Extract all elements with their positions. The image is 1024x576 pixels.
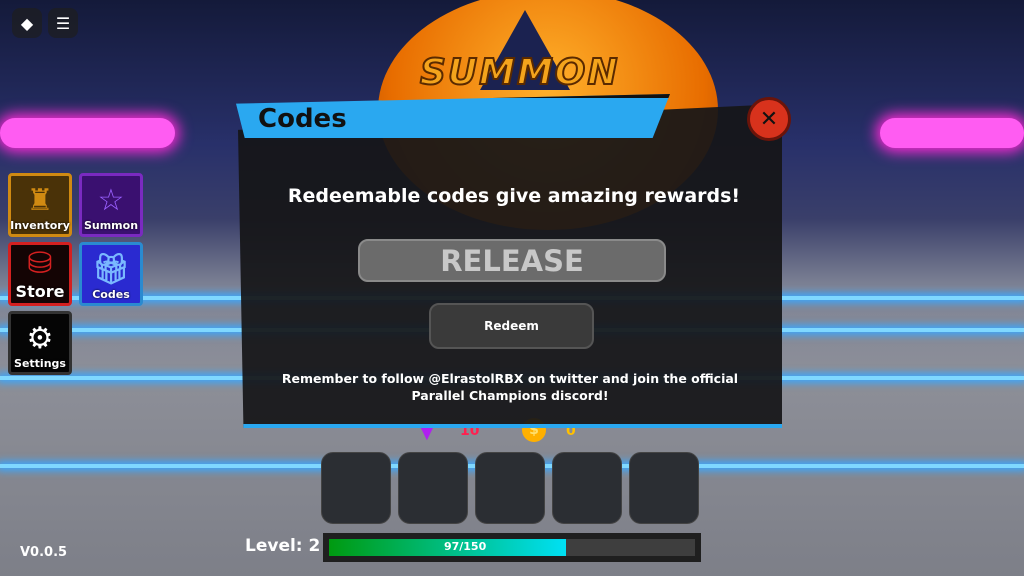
pentagram-star-icon: ☆	[97, 183, 125, 218]
hamburger-menu-icon[interactable]: ☰	[48, 8, 78, 38]
hotbar-slot[interactable]	[475, 452, 545, 524]
dialog-title: Codes	[258, 104, 347, 134]
codes-button[interactable]: 🎁︎ Codes	[79, 242, 143, 306]
inventory-button[interactable]: ♜ Inventory	[8, 173, 72, 237]
dialog-description: Redeemable codes give amazing rewards!	[287, 185, 741, 207]
close-x-icon: ✕	[759, 106, 779, 132]
xp-text: 97/150	[443, 540, 487, 553]
gift-box-icon: 🎁︎	[91, 252, 131, 287]
neon-tube-right	[880, 118, 1024, 148]
hotbar-slot[interactable]	[629, 452, 699, 524]
gear-icon: ⚙	[26, 321, 54, 356]
follow-note: Remember to follow @ElrastolRBX on twitt…	[281, 371, 739, 403]
store-button[interactable]: ⛁ Store	[8, 242, 72, 306]
summon-button[interactable]: ☆ Summon	[79, 173, 143, 237]
redeem-button[interactable]: Redeem	[429, 303, 594, 349]
roblox-logo-icon[interactable]: ◆	[12, 8, 42, 38]
castle-tower-icon: ♜	[26, 183, 54, 218]
hotbar-slot[interactable]	[321, 452, 391, 524]
settings-button[interactable]: ⚙ Settings	[8, 311, 72, 375]
summon-sign-text: SUMMON	[419, 51, 620, 94]
code-input[interactable]	[358, 239, 666, 282]
hotbar-slot[interactable]	[552, 452, 622, 524]
xp-bar: 97/150	[323, 533, 701, 562]
treasure-chest-icon: ⛁	[27, 246, 53, 281]
neon-tube-left	[0, 118, 175, 148]
hotbar-slot[interactable]	[398, 452, 468, 524]
close-button[interactable]: ✕	[747, 97, 791, 141]
version-label: V0.0.5	[20, 545, 68, 560]
